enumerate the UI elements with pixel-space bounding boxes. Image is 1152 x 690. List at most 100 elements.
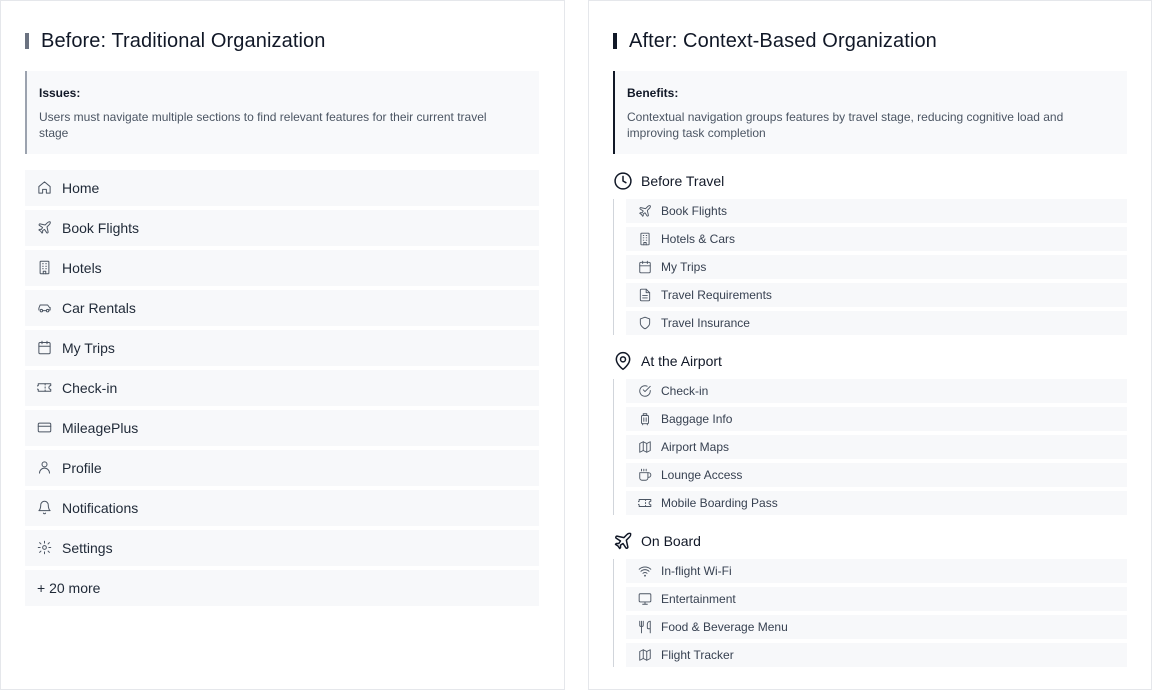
building-icon xyxy=(37,260,53,276)
benefits-callout: Benefits: Contextual navigation groups f… xyxy=(613,71,1127,154)
sub-item-lounge-access[interactable]: Lounge Access xyxy=(626,463,1127,487)
after-title: After: Context-Based Organization xyxy=(629,29,937,52)
document-icon xyxy=(638,288,652,302)
nav-item-home[interactable]: Home xyxy=(25,170,539,206)
bell-icon xyxy=(37,500,53,516)
sub-item-food-beverage-menu[interactable]: Food & Beverage Menu xyxy=(626,615,1127,639)
sub-item-label: Food & Beverage Menu xyxy=(661,620,788,634)
sub-item-label: Hotels & Cars xyxy=(661,232,736,246)
after-panel: After: Context-Based Organization Benefi… xyxy=(588,0,1152,690)
sub-item-label: Check-in xyxy=(661,384,709,398)
sub-item-hotels-cars[interactable]: Hotels & Cars xyxy=(626,227,1127,251)
nav-item-my-trips[interactable]: My Trips xyxy=(25,330,539,366)
nav-item-notifications[interactable]: Notifications xyxy=(25,490,539,526)
credit-card-icon xyxy=(37,420,53,436)
sub-item-airport-maps[interactable]: Airport Maps xyxy=(626,435,1127,459)
coffee-icon xyxy=(638,468,652,482)
wifi-icon xyxy=(638,564,652,578)
sub-item-travel-requirements[interactable]: Travel Requirements xyxy=(626,283,1127,307)
home-icon xyxy=(37,180,53,196)
nav-item-hotels[interactable]: Hotels xyxy=(25,250,539,286)
sub-item-my-trips[interactable]: My Trips xyxy=(626,255,1127,279)
clock-icon xyxy=(613,171,633,191)
nav-item-profile[interactable]: Profile xyxy=(25,450,539,486)
benefits-label: Benefits: xyxy=(627,86,679,100)
sub-item-check-in[interactable]: Check-in xyxy=(626,379,1127,403)
title-accent-bar xyxy=(613,33,617,49)
map-icon xyxy=(638,648,652,662)
check-circle-icon xyxy=(638,384,652,398)
shield-icon xyxy=(638,316,652,330)
group-items: Book Flights Hotels & Cars My Trips Trav… xyxy=(613,199,1127,335)
sub-item-label: Airport Maps xyxy=(661,440,730,454)
map-pin-icon xyxy=(613,351,633,371)
sub-item-entertainment[interactable]: Entertainment xyxy=(626,587,1127,611)
before-title-row: Before: Traditional Organization xyxy=(25,29,325,53)
issues-text: Users must navigate multiple sections to… xyxy=(39,110,487,140)
nav-item-settings[interactable]: Settings xyxy=(25,530,539,566)
nav-item-label: Settings xyxy=(62,540,113,556)
calendar-icon xyxy=(638,260,652,274)
nav-item-label: Profile xyxy=(62,460,102,476)
sub-item-label: Travel Requirements xyxy=(661,288,772,302)
nav-item-more[interactable]: + 20 more xyxy=(25,570,539,606)
nav-item-label: Book Flights xyxy=(62,220,140,236)
group-before-travel: Before Travel Book Flights Hotels & Cars… xyxy=(613,169,1127,339)
more-label: + 20 more xyxy=(37,580,101,596)
nav-item-label: Home xyxy=(62,180,100,196)
title-accent-bar xyxy=(25,33,29,49)
utensils-icon xyxy=(638,620,652,634)
sub-item-baggage-info[interactable]: Baggage Info xyxy=(626,407,1127,431)
group-header[interactable]: Before Travel xyxy=(613,169,1127,193)
sub-item-flight-tracker[interactable]: Flight Tracker xyxy=(626,643,1127,667)
building-icon xyxy=(638,232,652,246)
nav-item-label: Hotels xyxy=(62,260,102,276)
sub-item-label: Lounge Access xyxy=(661,468,743,482)
nav-item-check-in[interactable]: Check-in xyxy=(25,370,539,406)
before-panel: Before: Traditional Organization Issues:… xyxy=(0,0,565,690)
group-header[interactable]: On Board xyxy=(613,529,1127,553)
group-label: At the Airport xyxy=(641,353,722,369)
sub-item-label: In-flight Wi-Fi xyxy=(661,564,732,578)
issues-label: Issues: xyxy=(39,86,81,100)
sub-item-label: My Trips xyxy=(661,260,707,274)
sub-item-label: Flight Tracker xyxy=(661,648,734,662)
nav-item-label: MileagePlus xyxy=(62,420,139,436)
ticket-icon xyxy=(37,380,53,396)
sub-item-label: Book Flights xyxy=(661,204,728,218)
nav-item-label: Notifications xyxy=(62,500,139,516)
before-title: Before: Traditional Organization xyxy=(41,29,326,52)
traditional-nav-list: Home Book Flights Hotels Car Rentals My … xyxy=(25,170,539,610)
nav-item-mileageplus[interactable]: MileagePlus xyxy=(25,410,539,446)
group-label: Before Travel xyxy=(641,173,725,189)
issues-callout: Issues: Users must navigate multiple sec… xyxy=(25,71,539,154)
sub-item-label: Travel Insurance xyxy=(661,316,750,330)
calendar-icon xyxy=(37,340,53,356)
benefits-text: Contextual navigation groups features by… xyxy=(627,110,1064,140)
sub-item-travel-insurance[interactable]: Travel Insurance xyxy=(626,311,1127,335)
plane-icon xyxy=(37,220,53,236)
group-items: Check-in Baggage Info Airport Maps Loung… xyxy=(613,379,1127,515)
user-icon xyxy=(37,460,53,476)
nav-item-label: Car Rentals xyxy=(62,300,136,316)
after-title-row: After: Context-Based Organization xyxy=(613,29,937,53)
group-label: On Board xyxy=(641,533,701,549)
plane-icon xyxy=(613,531,633,551)
nav-item-car-rentals[interactable]: Car Rentals xyxy=(25,290,539,326)
sub-item-label: Mobile Boarding Pass xyxy=(661,496,778,510)
monitor-icon xyxy=(638,592,652,606)
sub-item-label: Entertainment xyxy=(661,592,736,606)
nav-item-label: Check-in xyxy=(62,380,118,396)
sub-item-book-flights[interactable]: Book Flights xyxy=(626,199,1127,223)
map-icon xyxy=(638,440,652,454)
sub-item-label: Baggage Info xyxy=(661,412,733,426)
sub-item-inflight-wifi[interactable]: In-flight Wi-Fi xyxy=(626,559,1127,583)
ticket-icon xyxy=(638,496,652,510)
car-icon xyxy=(37,300,53,316)
group-header[interactable]: At the Airport xyxy=(613,349,1127,373)
luggage-icon xyxy=(638,412,652,426)
group-at-the-airport: At the Airport Check-in Baggage Info Air… xyxy=(613,349,1127,519)
sub-item-mobile-boarding-pass[interactable]: Mobile Boarding Pass xyxy=(626,491,1127,515)
nav-item-book-flights[interactable]: Book Flights xyxy=(25,210,539,246)
nav-item-label: My Trips xyxy=(62,340,115,356)
